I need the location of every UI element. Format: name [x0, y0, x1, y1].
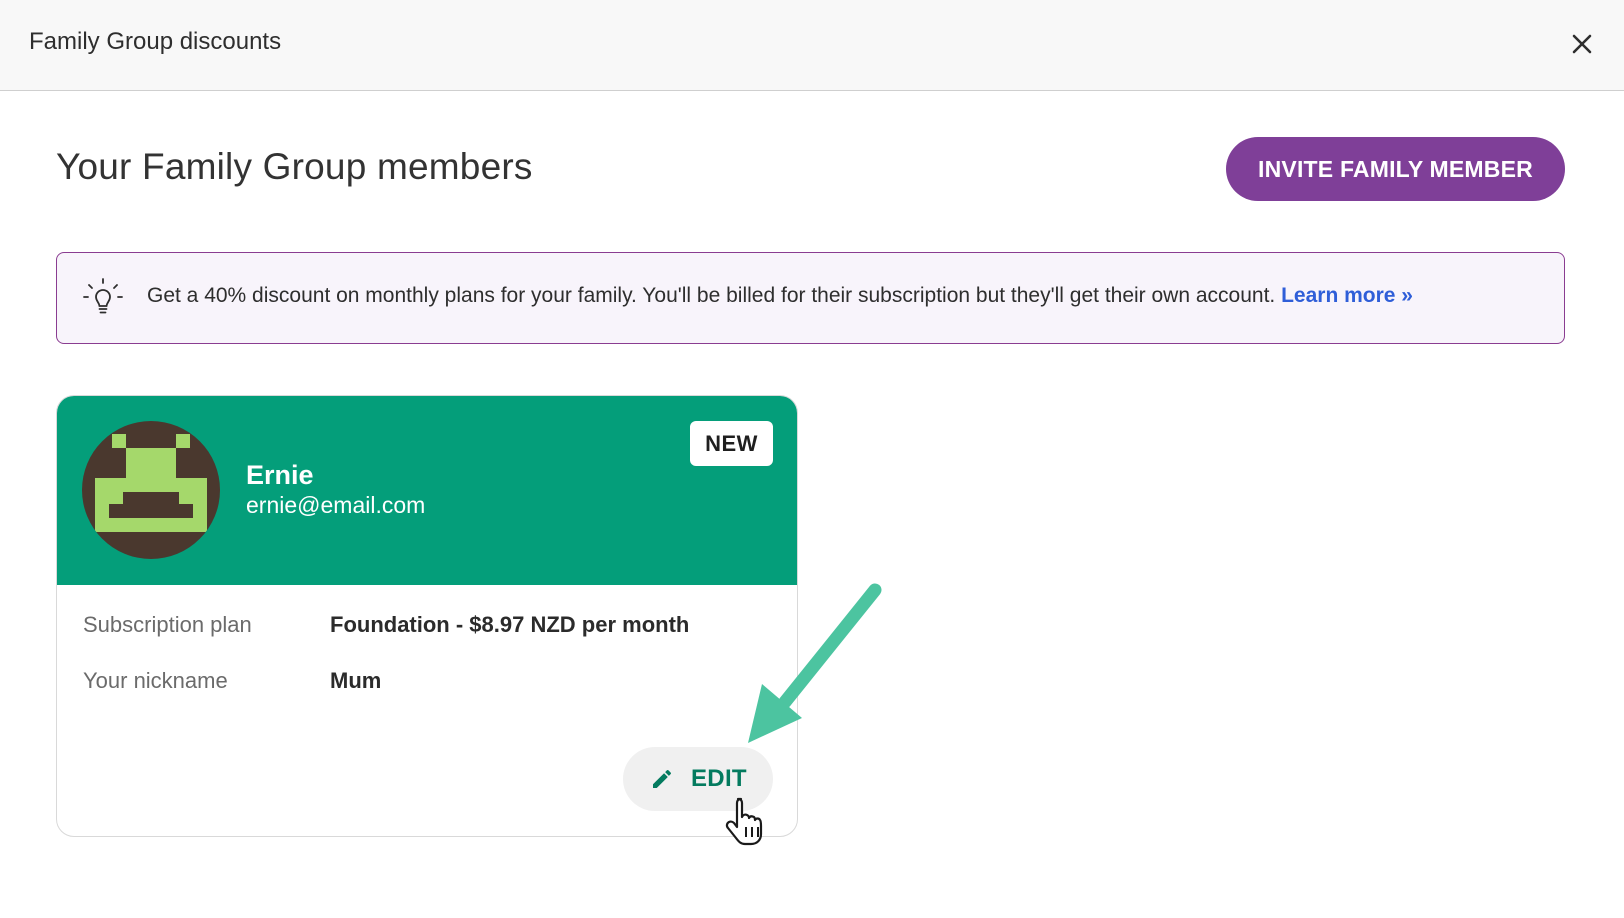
member-name: Ernie: [246, 460, 314, 490]
edit-button[interactable]: EDIT: [623, 747, 773, 811]
nickname-value: Mum: [330, 668, 382, 693]
notice-message: Get a 40% discount on monthly plans for …: [147, 284, 1413, 308]
lightbulb-icon: [83, 278, 123, 314]
pixel-avatar-icon: [82, 421, 220, 559]
dialog-header: Family Group discounts: [0, 0, 1624, 91]
notice-text: Get a 40% discount on monthly plans for …: [147, 284, 1282, 307]
member-email: ernie@email.com: [246, 492, 426, 518]
learn-more-link[interactable]: Learn more »: [1281, 284, 1413, 307]
pencil-icon: [653, 769, 672, 788]
subscription-plan-value: Foundation - $8.97 NZD per month: [330, 612, 690, 637]
subscription-plan-label: Subscription plan: [83, 612, 252, 637]
new-badge: NEW: [690, 421, 773, 466]
invite-family-member-button[interactable]: INVITE FAMILY MEMBER: [1226, 137, 1565, 201]
page-title: Your Family Group members: [56, 146, 533, 187]
discount-notice: Get a 40% discount on monthly plans for …: [56, 252, 1565, 344]
nickname-label: Your nickname: [83, 668, 228, 693]
edit-label: EDIT: [691, 765, 747, 792]
member-card: Ernie ernie@email.com NEW Subscription p…: [56, 395, 798, 837]
dialog-title: Family Group discounts: [29, 28, 282, 55]
member-card-header: Ernie ernie@email.com NEW: [57, 396, 797, 585]
close-icon[interactable]: [1565, 27, 1599, 61]
